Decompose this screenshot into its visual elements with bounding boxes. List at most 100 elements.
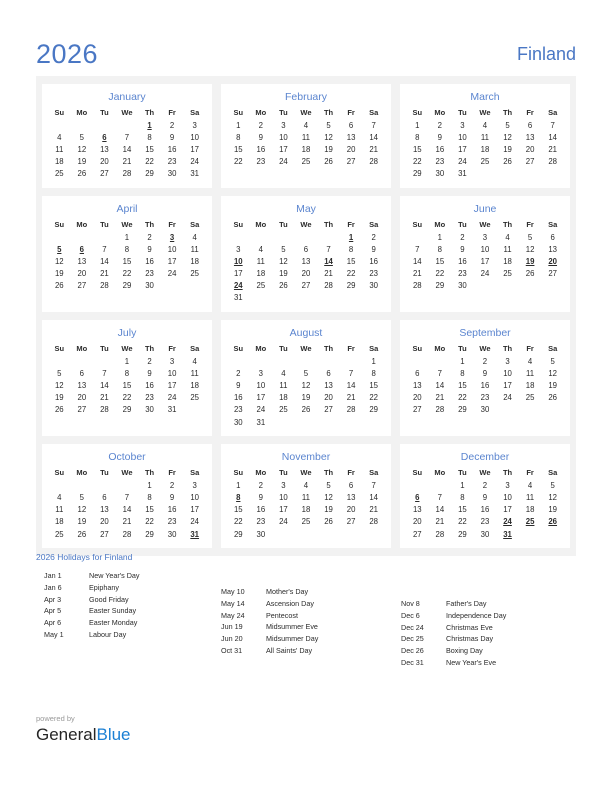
calendar-page: 2026 Finland January Su Mo Tu We Th Fr Sa 1 2 3 4 5 6… xyxy=(0,0,612,792)
day-cell: 4 xyxy=(482,120,488,130)
day-cell: 3 xyxy=(192,480,197,490)
day-cell: 3 xyxy=(482,232,488,242)
day-cell: 11 xyxy=(55,144,64,154)
month-title: June xyxy=(473,202,497,215)
day-cell: 25 xyxy=(301,517,311,527)
weekday-header-sa: Sa xyxy=(190,344,200,354)
day-cell: 14 xyxy=(100,381,109,391)
day-cell: 19 xyxy=(548,381,558,391)
day-cell: 26 xyxy=(77,529,87,539)
day-cell: 13 xyxy=(77,256,87,266)
weekday-header-tu: Tu xyxy=(100,108,109,117)
month-grid: Su Mo Tu We Th Fr Sa 1 2 3 4 5 6 7 8 9 10 11 12 13 14 15 16 17 1… xyxy=(406,219,564,292)
month-card-january: January Su Mo Tu We Th Fr Sa 1 2 3 4 5 6 7 8 9 10 11 12 13 14… xyxy=(42,84,212,188)
day-cell-empty xyxy=(48,231,71,243)
weekday-header-tu: Tu xyxy=(458,219,467,229)
day-cell: 28 xyxy=(369,157,379,167)
day-cell: 4 xyxy=(527,356,533,366)
day-cell: 10 xyxy=(190,132,200,142)
day-cell: 5 xyxy=(303,368,309,378)
day-cell: 9 xyxy=(147,244,152,254)
generalblue-logo[interactable]: GeneralBlue xyxy=(36,725,131,745)
day-cell: 15 xyxy=(233,144,243,154)
day-cell-empty xyxy=(340,416,363,428)
day-cell: 2 xyxy=(258,120,264,130)
day-cell: 20 xyxy=(412,393,422,403)
week-row: 22 23 24 25 26 27 28 xyxy=(227,156,385,168)
day-cell-holiday: 6 xyxy=(79,244,85,254)
day-cell: 17 xyxy=(480,256,490,266)
day-cell: 15 xyxy=(122,381,132,391)
day-cell: 29 xyxy=(122,281,132,291)
day-cell: 4 xyxy=(505,232,510,242)
weekday-header-mo: Mo xyxy=(255,108,267,117)
weekday-header-we: We xyxy=(300,468,312,478)
day-cell: 2 xyxy=(147,356,152,366)
weekday-header-tu: Tu xyxy=(279,344,288,354)
weekday-header-row: Su Mo Tu We Th Fr Sa xyxy=(227,107,385,119)
day-cell-holiday: 19 xyxy=(525,256,535,266)
day-cell: 19 xyxy=(54,269,64,279)
holiday-name: Mother's Day xyxy=(266,587,309,596)
day-cell: 28 xyxy=(100,405,109,415)
day-cell: 17 xyxy=(279,144,288,154)
weekday-header-we: We xyxy=(121,219,133,229)
day-cell: 4 xyxy=(258,244,264,254)
weekday-header-su: Su xyxy=(233,108,244,117)
weekday-header-th: Th xyxy=(323,219,334,229)
holiday-name: Labour Day xyxy=(89,629,127,639)
day-cell-empty xyxy=(48,479,71,491)
day-cell: 17 xyxy=(167,381,177,391)
weekday-header-su: Su xyxy=(233,468,244,478)
week-row: 1 2 3 4 5 6 7 xyxy=(227,119,385,131)
day-cell-holiday: 24 xyxy=(503,517,512,527)
holiday-date: Jun 20 xyxy=(221,634,243,644)
week-row: 1 2 3 4 5 6 xyxy=(406,231,564,243)
week-row: 29 30 31 xyxy=(406,168,564,180)
weekday-header-fr: Fr xyxy=(526,219,534,229)
month-title: March xyxy=(470,91,500,103)
day-cell: 30 xyxy=(480,529,490,539)
day-cell: 27 xyxy=(548,269,558,279)
day-cell-empty xyxy=(340,292,363,304)
day-cell-empty xyxy=(71,231,94,243)
day-cell: 24 xyxy=(190,517,200,527)
day-cell-empty xyxy=(93,231,116,243)
day-cell: 25 xyxy=(301,157,311,167)
day-cell-empty xyxy=(272,231,295,243)
day-cell: 4 xyxy=(303,120,309,130)
day-cell: 4 xyxy=(192,232,197,242)
day-cell: 27 xyxy=(525,157,535,167)
month-card-december: December Su Mo Tu We Th Fr Sa 1 2 3 4 5 6 7 8 9 10 11 12 13 1… xyxy=(400,444,570,549)
day-cell: 15 xyxy=(412,144,422,154)
holiday-list-item: Dec 25 Christmas Day xyxy=(401,633,576,645)
weekday-header-th: Th xyxy=(323,344,334,354)
holiday-name: Father's Day xyxy=(446,599,487,608)
day-cell-empty xyxy=(317,355,340,367)
day-cell: 16 xyxy=(256,505,266,515)
day-cell: 24 xyxy=(190,157,200,167)
day-cell: 27 xyxy=(412,529,422,539)
holiday-name: Midsummer Eve xyxy=(266,622,318,632)
day-cell: 30 xyxy=(480,405,490,415)
weekday-header-th: Th xyxy=(144,468,155,478)
day-cell-empty xyxy=(406,231,429,243)
day-cell: 11 xyxy=(190,244,199,254)
holiday-name: New Year's Eve xyxy=(446,657,497,667)
day-cell: 22 xyxy=(122,269,132,279)
day-cell-holiday: 8 xyxy=(236,492,241,502)
day-cell: 11 xyxy=(279,381,288,391)
day-cell: 8 xyxy=(147,492,152,502)
weekday-header-sa: Sa xyxy=(548,344,558,354)
weekday-header-su: Su xyxy=(412,108,423,117)
weekday-header-su: Su xyxy=(54,468,65,478)
day-cell: 7 xyxy=(371,120,376,130)
holiday-date: May 1 xyxy=(44,629,64,639)
weekday-header-fr: Fr xyxy=(347,344,355,354)
week-row: 12 13 14 15 16 17 18 xyxy=(48,379,206,391)
week-row: 8 9 10 11 12 13 14 xyxy=(406,131,564,143)
day-cell: 26 xyxy=(503,157,512,167)
day-cell: 2 xyxy=(169,120,175,130)
week-row: 1 2 3 xyxy=(48,479,206,491)
day-cell: 14 xyxy=(122,144,132,154)
